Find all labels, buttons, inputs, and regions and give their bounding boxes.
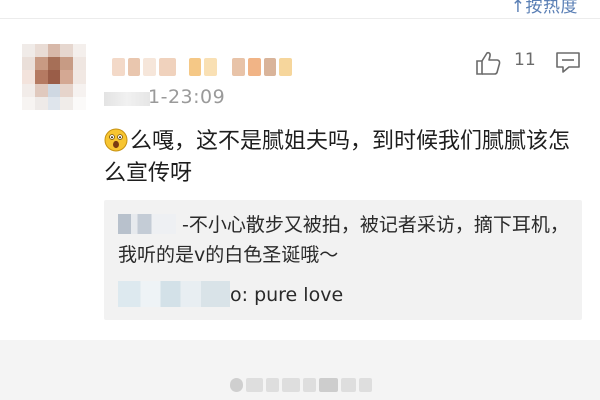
username-blurred[interactable] <box>112 58 292 80</box>
comment-text: 么嘎，这不是腻姐夫吗，到时候我们腻腻该怎么宣传呀 <box>104 129 571 186</box>
avatar[interactable] <box>22 44 86 110</box>
reply-text: -不小心散步又被拍，被记者采访，摘下耳机，我听的是v的白色圣诞哦～ <box>118 214 569 266</box>
top-bar: ↑按热度 <box>0 0 600 19</box>
reply-item[interactable]: -不小心散步又被拍，被记者采访，摘下耳机，我听的是v的白色圣诞哦～ <box>118 210 574 270</box>
reply-comment-icon[interactable] <box>554 50 582 74</box>
like-count: 11 <box>514 50 536 70</box>
like-thumb-icon[interactable] <box>474 50 502 76</box>
watermark-blurred <box>230 376 372 394</box>
comment-timestamp: 1-23:09 <box>148 86 226 108</box>
comment-body: 么嘎，这不是腻姐夫吗，到时候我们腻腻该怎么宣传呀 <box>104 126 574 190</box>
sort-by-hot-link[interactable]: ↑按热度 <box>511 0 578 17</box>
reply-username-blurred[interactable] <box>118 214 176 234</box>
reply-username-blurred[interactable] <box>118 281 230 307</box>
reply-item[interactable]: o: pure love <box>118 280 343 310</box>
replies-box[interactable]: -不小心散步又被拍，被记者采访，摘下耳机，我听的是v的白色圣诞哦～ o: pur… <box>104 200 582 320</box>
timestamp-blurred-prefix <box>104 92 150 106</box>
surprised-face-emoji-icon <box>104 128 128 152</box>
reply-text: o: pure love <box>230 284 344 306</box>
